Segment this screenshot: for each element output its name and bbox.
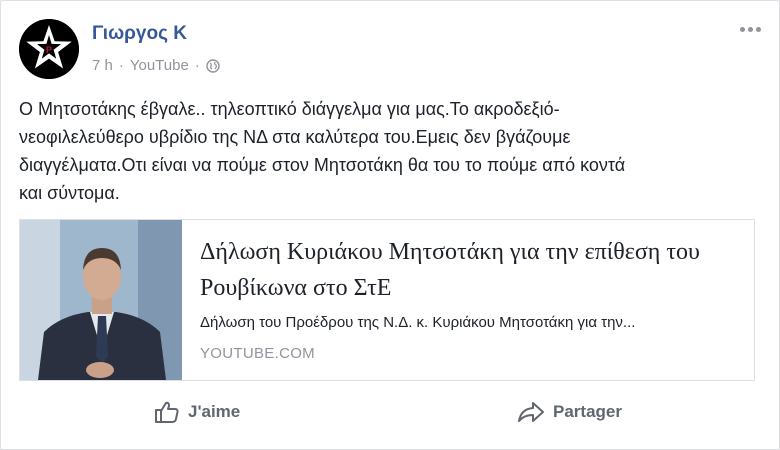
link-card-body[interactable]: Δήλωση Κυριάκου Μητσοτάκη για την επίθεσ… bbox=[200, 234, 738, 362]
post-meta: 7 h · YouTube · bbox=[92, 57, 220, 74]
post-source[interactable]: YouTube bbox=[130, 57, 189, 74]
author-name[interactable]: Γιωργος Κ bbox=[92, 23, 187, 45]
share-label: Partager bbox=[553, 402, 622, 421]
post-timestamp[interactable]: 7 h bbox=[92, 57, 113, 74]
post-text: Ο Μητσοτάκης έβγαλε.. τηλεοπτικό διάγγελ… bbox=[19, 99, 626, 203]
like-button[interactable]: J'aime bbox=[154, 397, 240, 427]
link-preview-card[interactable]: Δήλωση Κυριάκου Μητσοτάκη για την επίθεσ… bbox=[19, 219, 755, 381]
share-button[interactable]: Partager bbox=[517, 397, 622, 427]
more-options-icon[interactable] bbox=[740, 27, 761, 32]
video-thumbnail[interactable] bbox=[20, 220, 182, 380]
thumbs-up-icon bbox=[155, 401, 179, 423]
globe-icon[interactable] bbox=[206, 58, 220, 73]
meta-separator: · bbox=[118, 57, 124, 74]
meta-separator: · bbox=[194, 57, 200, 74]
like-label: J'aime bbox=[188, 402, 241, 421]
avatar[interactable]: P bbox=[19, 19, 79, 79]
link-description: Δήλωση του Προέδρου της Ν.Δ. κ. Κυριάκου… bbox=[200, 314, 636, 331]
post-actions-bar: J'aime Partager bbox=[1, 391, 779, 435]
feed-post: P Γιωργος Κ 7 h · YouTube · Ο Μητσοτάκης… bbox=[0, 0, 780, 450]
star-logo-icon: P bbox=[19, 19, 79, 79]
svg-text:P: P bbox=[46, 45, 52, 55]
link-title[interactable]: Δήλωση Κυριάκου Μητσοτάκη για την επίθεσ… bbox=[200, 234, 738, 306]
link-domain: YOUTUBE.COM bbox=[200, 345, 315, 362]
share-arrow-icon bbox=[518, 402, 544, 422]
